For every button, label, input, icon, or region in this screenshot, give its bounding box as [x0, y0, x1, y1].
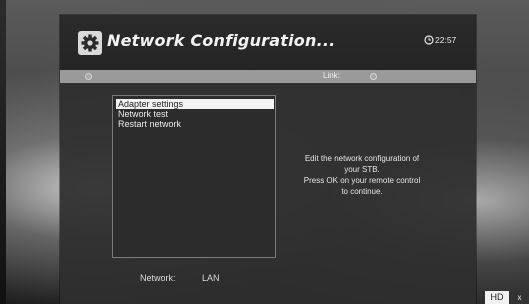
status-indicator-left — [85, 73, 92, 80]
link-indicator — [370, 73, 377, 80]
page-title: Network Configuration... — [107, 31, 336, 50]
extra-badge: x — [510, 291, 529, 304]
link-label: Link: — [323, 71, 340, 80]
help-line: Edit the network configuration of — [304, 154, 420, 163]
clock-icon — [424, 35, 434, 45]
menu-item-adapter-settings[interactable]: Adapter settings — [116, 99, 274, 109]
screen-edge — [0, 0, 6, 304]
menu-list: Adapter settings Network test Restart ne… — [112, 95, 276, 258]
menu-item-network-test[interactable]: Network test — [116, 109, 274, 119]
network-value: LAN — [202, 273, 220, 283]
clock-time: 22:57 — [435, 35, 457, 45]
network-label: Network: — [140, 273, 176, 283]
help-line: to continue. — [341, 187, 383, 196]
help-line: your STB. — [344, 165, 380, 174]
help-text: Edit the network configuration of your S… — [286, 153, 438, 197]
hd-badge: HD — [485, 291, 509, 304]
help-line: Press OK on your remote control — [303, 176, 421, 185]
status-bar — [60, 70, 476, 83]
menu-item-restart-network[interactable]: Restart network — [116, 119, 274, 129]
gear-icon — [78, 31, 102, 55]
